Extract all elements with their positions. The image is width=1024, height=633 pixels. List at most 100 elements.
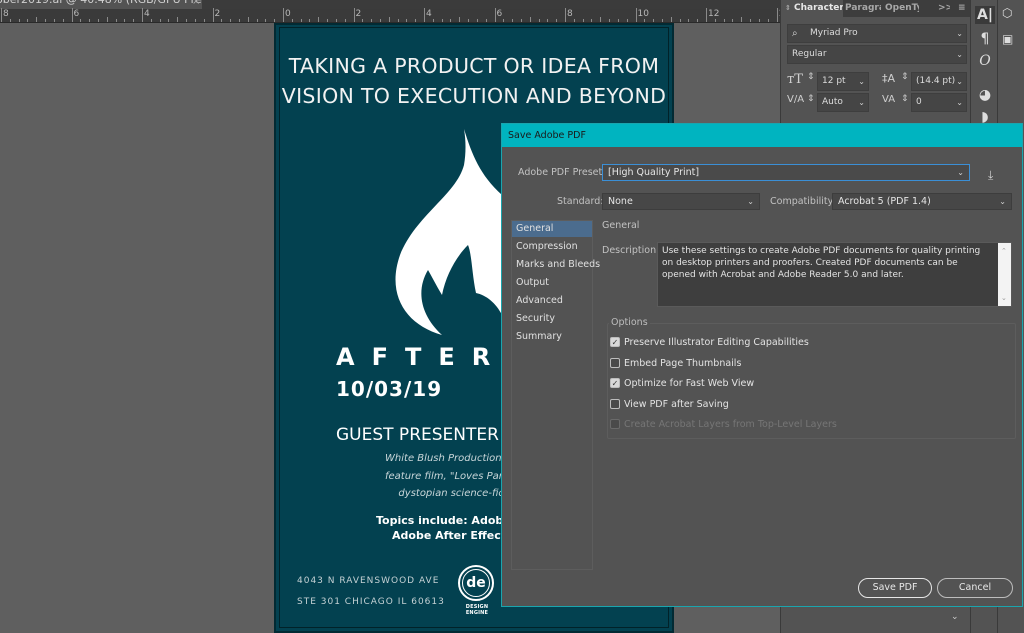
stepper-icon[interactable]: ⇕: [807, 72, 815, 82]
nav-item-summary[interactable]: Summary: [512, 329, 592, 345]
section-title: General: [602, 220, 640, 231]
chevron-down-icon: ⌄: [999, 197, 1006, 206]
address-line2: STE 301 CHICAGO IL 60613: [297, 597, 445, 607]
ruler-tick: [221, 19, 223, 22]
option-label: Create Acrobat Layers from Top-Level Lay…: [624, 419, 837, 430]
ruler-tick: [468, 19, 470, 22]
nav-item-output[interactable]: Output: [512, 275, 592, 291]
tab-character[interactable]: ⇕ Character: [781, 0, 843, 17]
panel-menu-icon[interactable]: ≡: [958, 0, 970, 17]
ruler-tick: [379, 19, 381, 22]
kerning-field[interactable]: Auto ⌄: [817, 93, 869, 112]
3d-cube-icon[interactable]: ⬡: [1002, 6, 1012, 20]
font-size-icon: ᴛT: [787, 72, 803, 87]
ruler-tick: [238, 19, 240, 22]
checkbox-checked[interactable]: ✓: [610, 337, 620, 347]
color-palette-icon[interactable]: ◕: [975, 86, 995, 104]
leading-value: (14.4 pt): [916, 76, 956, 86]
ruler-tick: [300, 19, 302, 22]
ruler-tick: [230, 19, 232, 22]
document-tab[interactable]: ober2019.ai @ 40.48% (RGB/GPU Preview): [0, 0, 202, 9]
ruler-tick: [18, 19, 20, 22]
ruler-tick: [529, 17, 531, 22]
ruler-tick: [494, 8, 496, 22]
ruler-tick: [776, 8, 778, 22]
ruler-tick: [274, 19, 276, 22]
stepper-icon[interactable]: ⇕: [901, 72, 909, 82]
chevron-down-icon[interactable]: ⌄: [951, 612, 959, 622]
scroll-up-icon[interactable]: ⌃: [1001, 245, 1007, 257]
ruler-label: 4: [426, 9, 432, 19]
compatibility-select[interactable]: Acrobat 5 (PDF 1.4) ⌄: [832, 193, 1012, 210]
ruler-tick: [335, 19, 337, 22]
stepper-icon[interactable]: ⇕: [901, 94, 909, 104]
checkbox-unchecked[interactable]: [610, 399, 620, 409]
ruler-tick: [600, 17, 602, 22]
artboards-icon[interactable]: ▣: [1002, 32, 1013, 46]
nav-item-marks-and-bleeds[interactable]: Marks and Bleeds: [512, 257, 600, 273]
ruler-label: 6: [496, 9, 503, 19]
ruler-tick: [53, 19, 55, 22]
ruler-tick: [503, 19, 505, 22]
ruler-tick: [247, 17, 249, 22]
font-family-select[interactable]: ⌕ Myriad Pro ⌄: [787, 24, 967, 43]
ruler-tick: [80, 19, 82, 22]
dialog-title[interactable]: Save Adobe PDF: [502, 124, 1022, 147]
ruler-tick: [265, 19, 267, 22]
logo-text: DESIGN ENGINE: [465, 604, 489, 616]
guest-presenter-label: GUEST PRESENTER :: [336, 425, 511, 445]
standard-select[interactable]: None ⌄: [602, 193, 760, 210]
pdf-preset-select[interactable]: [High Quality Print] ⌄: [602, 164, 970, 181]
description-scrollbar[interactable]: ⌃ ⌄: [998, 243, 1011, 306]
ruler-tick: [556, 19, 558, 22]
ruler-tick: [371, 19, 373, 22]
nav-item-security[interactable]: Security: [512, 311, 592, 327]
chevron-down-icon: ⌄: [956, 29, 963, 38]
address: 4043 N RAVENSWOOD AVE STE 301 CHICAGO IL…: [297, 571, 445, 613]
ruler-tick: [424, 8, 425, 22]
nav-item-advanced[interactable]: Advanced: [512, 293, 592, 309]
font-size-field[interactable]: 12 pt ⌄: [817, 72, 869, 91]
checkbox-disabled: [610, 419, 620, 429]
ruler-tick: [582, 19, 584, 22]
ruler-tick: [653, 19, 655, 22]
character-icon[interactable]: A|: [975, 6, 995, 24]
checkbox-checked[interactable]: ✓: [610, 378, 620, 388]
ruler-tick: [406, 19, 408, 22]
ruler-tick: [723, 19, 725, 22]
ruler-tick: [591, 19, 593, 22]
save-preset-icon[interactable]: ⤓: [988, 168, 993, 183]
chevron-down-icon: ⌄: [858, 98, 865, 107]
paragraph-icon[interactable]: ¶: [975, 30, 995, 48]
ruler-tick: [9, 19, 11, 22]
ruler-tick: [670, 17, 672, 22]
ruler-tick: [1, 8, 2, 22]
opentype-icon[interactable]: O: [975, 52, 995, 70]
nav-item-compression[interactable]: Compression: [512, 239, 592, 255]
stepper-icon[interactable]: ⇕: [807, 94, 815, 104]
ruler-label: 2: [355, 9, 362, 19]
horizontal-ruler[interactable]: 86420246810121: [0, 8, 840, 23]
ruler-tick: [168, 19, 170, 22]
ruler-tick: [697, 19, 699, 22]
nav-item-general[interactable]: General: [512, 221, 592, 237]
scroll-down-icon[interactable]: ⌄: [1001, 292, 1007, 304]
ruler-tick: [565, 8, 566, 22]
save-pdf-button[interactable]: Save PDF: [858, 578, 932, 598]
font-style-select[interactable]: Regular ⌄: [787, 45, 967, 64]
tab-opentype[interactable]: OpenTy: [885, 0, 919, 17]
tracking-field[interactable]: 0 ⌄: [911, 93, 967, 112]
ruler-tick: [327, 19, 329, 22]
panel-overflow-icon[interactable]: >>: [938, 0, 950, 17]
ruler-tick: [203, 19, 205, 22]
close-tab-icon[interactable]: ×: [192, 0, 200, 7]
ruler-tick: [186, 19, 188, 22]
tab-paragraph[interactable]: Paragra: [845, 0, 881, 17]
cancel-button[interactable]: Cancel: [937, 578, 1013, 598]
ruler-tick: [635, 8, 637, 22]
leading-field[interactable]: (14.4 pt) ⌄: [911, 72, 967, 91]
ruler-label: 12: [708, 9, 720, 19]
checkbox-unchecked[interactable]: [610, 358, 620, 368]
description-textarea[interactable]: Use these settings to create Adobe PDF d…: [657, 242, 1012, 307]
option-label: Embed Page Thumbnails: [624, 358, 742, 369]
